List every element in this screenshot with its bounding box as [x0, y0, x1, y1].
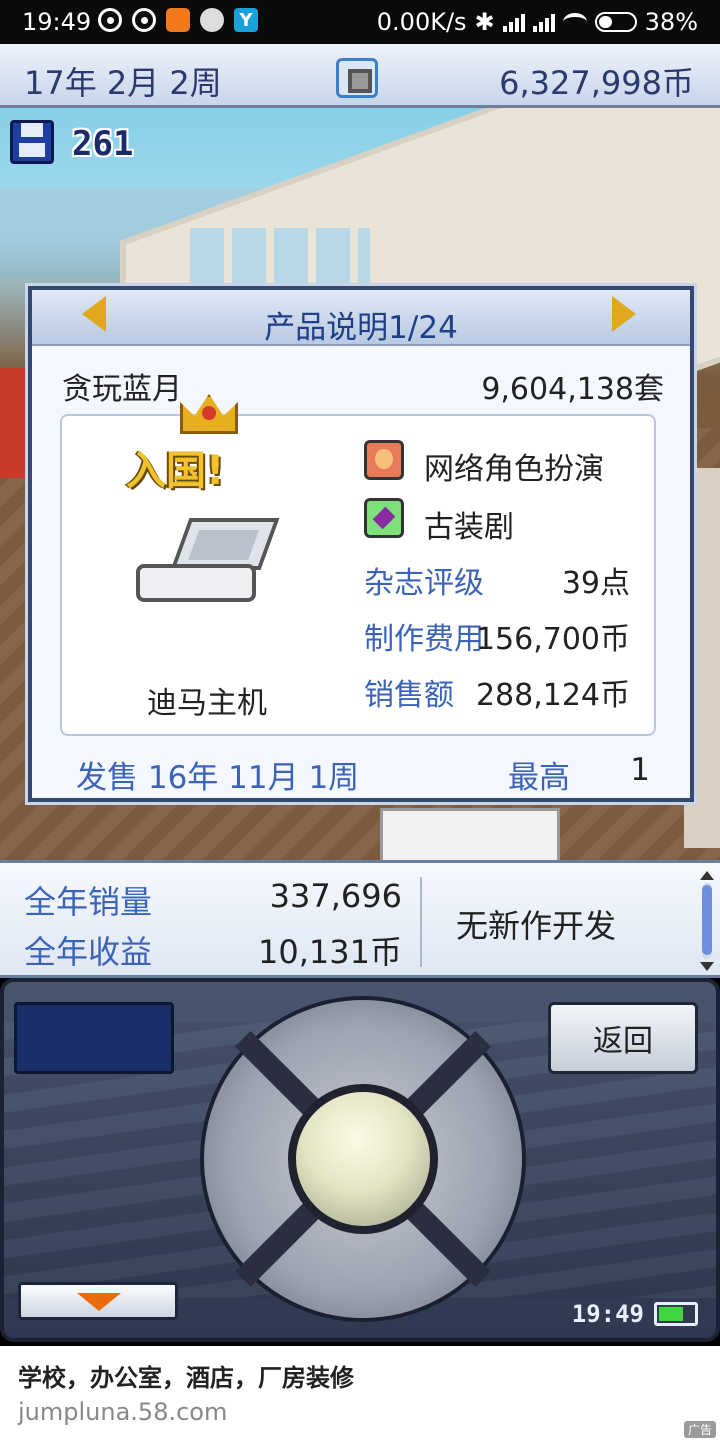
signal-icon [502, 12, 525, 32]
news-message: 无新作开发 [456, 907, 617, 945]
app-y-icon: Y [234, 8, 258, 32]
annual-revenue-value: 10,131币 [258, 933, 402, 971]
arrow-down-icon[interactable] [18, 1282, 178, 1320]
stat-value: 156,700币 [475, 622, 630, 657]
arrow-right-icon[interactable] [612, 296, 636, 332]
minimap-display[interactable] [14, 1002, 174, 1074]
product-dialog: 产品说明1/24 贪玩蓝月 9,604,138套 入国! 迪马主机 网络角色扮演… [28, 286, 694, 802]
app-icon [166, 8, 190, 32]
controller-clock: 19:49 [571, 1300, 644, 1328]
floppy-disk-icon[interactable] [10, 120, 54, 164]
genre-label: 网络角色扮演 [424, 452, 604, 487]
battery-percent: 38% [644, 8, 698, 36]
ad-title[interactable]: 学校，办公室，酒店，厂房装修 [18, 1358, 354, 1393]
controller-panel: 返回 19:49 [0, 978, 720, 1342]
hall-of-fame-badge: 入国! [126, 448, 225, 494]
battery-icon [654, 1302, 698, 1326]
release-date: 发售 16年 11月 1周 [76, 760, 360, 796]
notification-icons: Y [98, 8, 258, 350]
best-rank-value: 1 [630, 752, 650, 788]
product-details: 入国! 迪马主机 网络角色扮演 古装剧 杂志评级 39点 制作费用 156,70… [60, 394, 656, 736]
status-bar: 19:49 Y 0.00K/s ✱ 38% [0, 0, 720, 350]
stat-value: 39点 [561, 566, 630, 601]
status-right: 0.00K/s ✱ 38% [377, 8, 698, 36]
pig-icon [200, 8, 224, 32]
ad-url[interactable]: jumpluna.58.com [18, 1398, 227, 1426]
gem-icon [364, 498, 404, 538]
stat-label: 销售额 [364, 678, 454, 713]
ad-banner[interactable]: 学校，办公室，酒店，厂房装修 jumpluna.58.com 广告 [0, 1346, 720, 1440]
scrollbar[interactable] [700, 871, 714, 971]
console-base [136, 564, 256, 602]
back-button[interactable]: 返回 [548, 1002, 698, 1074]
handheld-console-icon [136, 518, 280, 608]
dialog-title: 产品说明1/24 [264, 310, 458, 346]
wifi-icon [562, 13, 587, 31]
target-icon [132, 8, 156, 32]
game-date: 17年 2月 2周 [24, 64, 222, 102]
annual-summary: 全年销量 337,696 全年收益 10,131币 无新作开发 [0, 860, 720, 978]
units-sold: 9,604,138套 [481, 372, 664, 407]
bluetooth-icon: ✱ [474, 8, 495, 36]
stat-label: 制作费用 [364, 622, 484, 657]
office-desk [380, 808, 560, 860]
scroll-thumb[interactable] [702, 885, 712, 955]
stat-value: 288,124币 [475, 678, 630, 713]
signal-icon [532, 12, 555, 32]
annual-sales-value: 337,696 [269, 877, 402, 915]
battery-icon [594, 12, 637, 32]
status-time: 19:49 [22, 8, 92, 36]
money-display: 6,327,998币 [499, 64, 694, 102]
scroll-up-icon[interactable] [700, 871, 714, 880]
camera-icon[interactable] [336, 58, 378, 98]
face-icon [364, 440, 404, 480]
platform-name: 迪马主机 [147, 686, 267, 721]
theme-label: 古装剧 [424, 510, 514, 545]
target-icon [98, 8, 122, 32]
scroll-down-icon[interactable] [700, 962, 714, 971]
confirm-button[interactable] [288, 1084, 438, 1234]
product-name: 贪玩蓝月 [62, 372, 182, 407]
console-screen [170, 518, 280, 570]
annual-revenue-label: 全年收益 [24, 933, 153, 971]
annual-sales-label: 全年销量 [24, 883, 153, 921]
divider [420, 877, 422, 967]
top-info-bar: 17年 2月 2周 6,327,998币 [0, 44, 720, 108]
ad-tag: 广告 [683, 1421, 716, 1438]
save-count: 261 [72, 124, 134, 164]
crown-gem [202, 406, 216, 420]
dialog-header: 产品说明1/24 [32, 290, 690, 346]
stat-label: 杂志评级 [364, 566, 484, 601]
best-rank-label: 最高 [508, 760, 570, 796]
network-speed: 0.00K/s [376, 8, 467, 36]
